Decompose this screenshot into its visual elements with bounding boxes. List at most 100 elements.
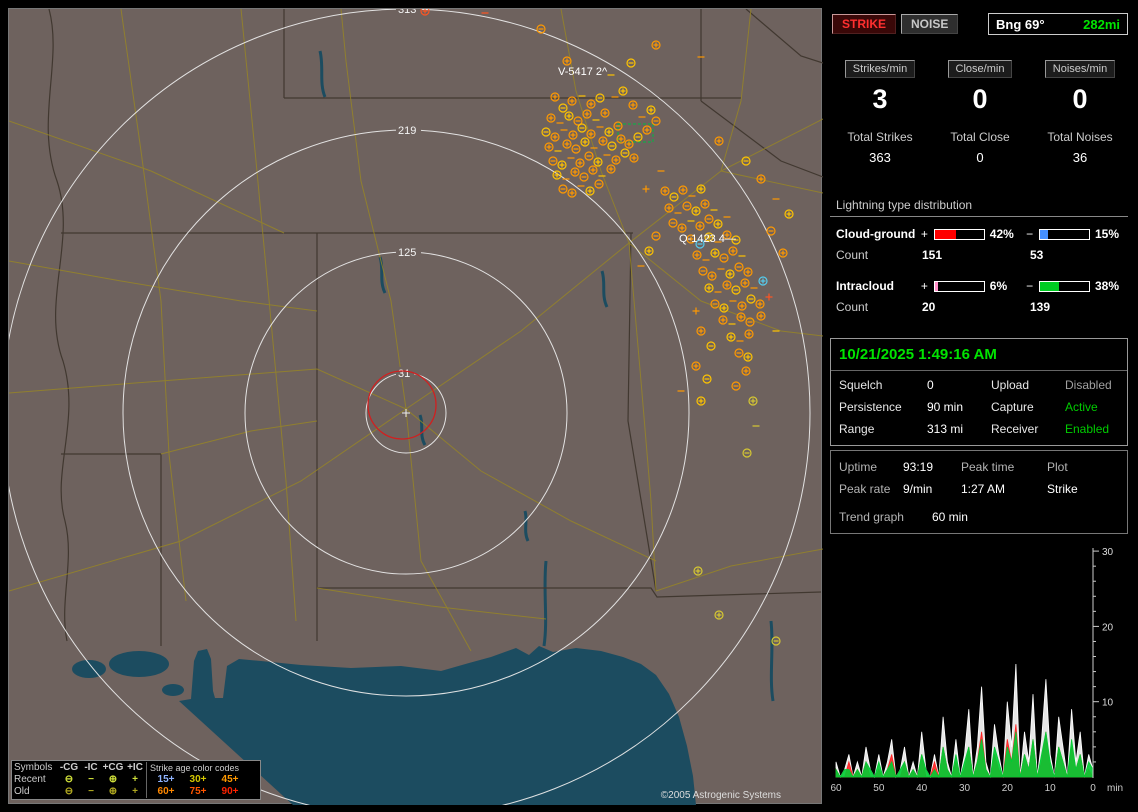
- strike-symbol: [677, 223, 687, 233]
- legend-age-values: 15+ 30+ 45+: [146, 774, 258, 786]
- bearing-distance: 282mi: [1083, 16, 1120, 32]
- strike-symbol: [696, 326, 706, 336]
- total-close-value: 0: [976, 150, 984, 165]
- legend-symbol: ⊖: [64, 774, 74, 785]
- strike-symbol: [568, 130, 578, 140]
- strike-symbol: [737, 301, 747, 311]
- strike-symbol: [558, 184, 568, 194]
- squelch-label: Squelch: [839, 378, 883, 392]
- strikes-layer: [420, 9, 794, 646]
- close-per-min-value: 0: [972, 84, 988, 114]
- legend-symbol: −: [88, 786, 94, 797]
- current-datetime: 10/21/2025 1:49:16 AM: [839, 346, 997, 363]
- trend-y-tick-label: 30: [1102, 547, 1114, 558]
- strikes-per-min-button[interactable]: Strikes/min: [844, 60, 916, 78]
- strike-symbol: [695, 221, 705, 231]
- strike-symbol: [765, 293, 773, 301]
- legend-age-title: Strike age color codes: [146, 762, 258, 774]
- ring-distance-label: 125: [398, 247, 416, 259]
- legend-column-header: +CG: [102, 762, 124, 773]
- strike-symbol: [644, 246, 654, 256]
- legend-age-value: 15+: [157, 774, 175, 785]
- count-label: Count: [836, 248, 869, 262]
- plus-sign: +: [920, 227, 928, 241]
- noises-rate-column: Noises/min 0 Total Noises 36: [1030, 60, 1130, 165]
- strike-symbol: [546, 113, 556, 123]
- range-label: Range: [839, 422, 875, 436]
- strike-symbol: [651, 116, 661, 126]
- strike-symbol: [718, 315, 728, 325]
- strike-filter-button[interactable]: STRIKE: [832, 14, 897, 34]
- noise-filter-button[interactable]: NOISE: [901, 14, 959, 34]
- strike-symbol: [544, 142, 554, 152]
- map-center-marker: [402, 409, 410, 417]
- legend-symbol: +: [132, 786, 138, 797]
- strike-symbol: [748, 396, 758, 406]
- strike-symbol: [728, 246, 738, 256]
- legend-age-values: 60+ 75+ 90+: [146, 786, 258, 798]
- strike-symbol: [550, 92, 560, 102]
- peak-time-label: Peak time: [961, 460, 1015, 474]
- runtime-grid: Uptime 93:19 Peak time Plot Peak rate 9/…: [831, 460, 1127, 496]
- plus-sign: +: [920, 279, 928, 293]
- ring-distance-label: 313: [398, 9, 416, 16]
- ic-minus-percent: 38%: [1094, 279, 1119, 293]
- strike-symbol: [618, 86, 628, 96]
- lightning-map[interactable]: 31 125 219 313 V-5417 2^ Q-1423 4— Symbols -C…: [8, 8, 823, 805]
- strike-symbol: [580, 137, 590, 147]
- total-noises-value: 36: [1072, 150, 1088, 165]
- uptime-value: 93:19: [903, 460, 934, 474]
- trend-x-tick-label: 30: [959, 783, 971, 794]
- strike-symbol: [611, 155, 621, 165]
- strike-symbol: [743, 352, 753, 362]
- strike-symbol: [594, 179, 604, 189]
- strike-symbol: [692, 250, 702, 260]
- count-label: Count: [836, 300, 869, 314]
- map-overlays: [367, 123, 654, 440]
- strike-symbol: [669, 192, 679, 202]
- ring-distance-label: 219: [398, 125, 416, 137]
- trend-graph: 10 20 30 60 50 40 30 20 10 0 min: [830, 542, 1130, 804]
- close-rate-column: Close/min 0 Total Close 0: [930, 60, 1030, 165]
- trend-x-tick-label: 60: [830, 783, 842, 794]
- strike-symbol: [646, 105, 656, 115]
- filter-toolbar: STRIKE NOISE Bng 69° 282mi: [832, 12, 1128, 36]
- strike-symbol: [740, 278, 750, 288]
- bearing-panel: Bng 69° 282mi: [988, 13, 1128, 35]
- strike-symbol: [726, 332, 736, 342]
- strike-symbol: [693, 566, 703, 576]
- strike-symbol: [575, 158, 585, 168]
- ic-count-row: Count 20 139: [830, 300, 1128, 314]
- strike-symbol: [562, 139, 572, 149]
- rate-panel: Strikes/min 3 Total Strikes 363 Close/mi…: [830, 60, 1130, 165]
- strike-symbol: [756, 311, 766, 321]
- strike-symbol: [642, 185, 650, 193]
- ic-plus-percent: 6%: [989, 279, 1008, 293]
- strike-symbol: [624, 139, 634, 149]
- legend-symbol: −: [88, 774, 94, 785]
- total-strikes-label: Total Strikes: [847, 130, 913, 144]
- peak-time-value: 1:27 AM: [961, 482, 1006, 496]
- legend-age-value: 90+: [221, 786, 239, 797]
- legend-age-value: 30+: [189, 774, 207, 785]
- strike-symbol: [593, 157, 603, 167]
- noises-per-min-button[interactable]: Noises/min: [1044, 60, 1116, 78]
- strike-symbol: [704, 214, 714, 224]
- strike-symbol: [692, 307, 700, 315]
- strike-symbol: [668, 218, 678, 228]
- strike-symbol: [548, 156, 558, 166]
- cg-minus-percent: 15%: [1094, 227, 1119, 241]
- capture-status: Active: [1065, 400, 1098, 414]
- close-per-min-button[interactable]: Close/min: [947, 60, 1013, 78]
- datetime-settings-panel: 10/21/2025 1:49:16 AM Squelch 0 Upload D…: [830, 338, 1128, 446]
- strike-symbol: [714, 136, 724, 146]
- strike-symbol: [734, 348, 744, 358]
- strike-symbol: [691, 206, 701, 216]
- strike-symbol: [570, 167, 580, 177]
- strike-symbol: [744, 329, 754, 339]
- ring-distance-label: 31: [398, 368, 410, 380]
- strike-symbol: [700, 199, 710, 209]
- minus-sign: −: [1026, 279, 1034, 293]
- runtime-panel: Uptime 93:19 Peak time Plot Peak rate 9/…: [830, 450, 1128, 534]
- strike-symbol: [628, 100, 638, 110]
